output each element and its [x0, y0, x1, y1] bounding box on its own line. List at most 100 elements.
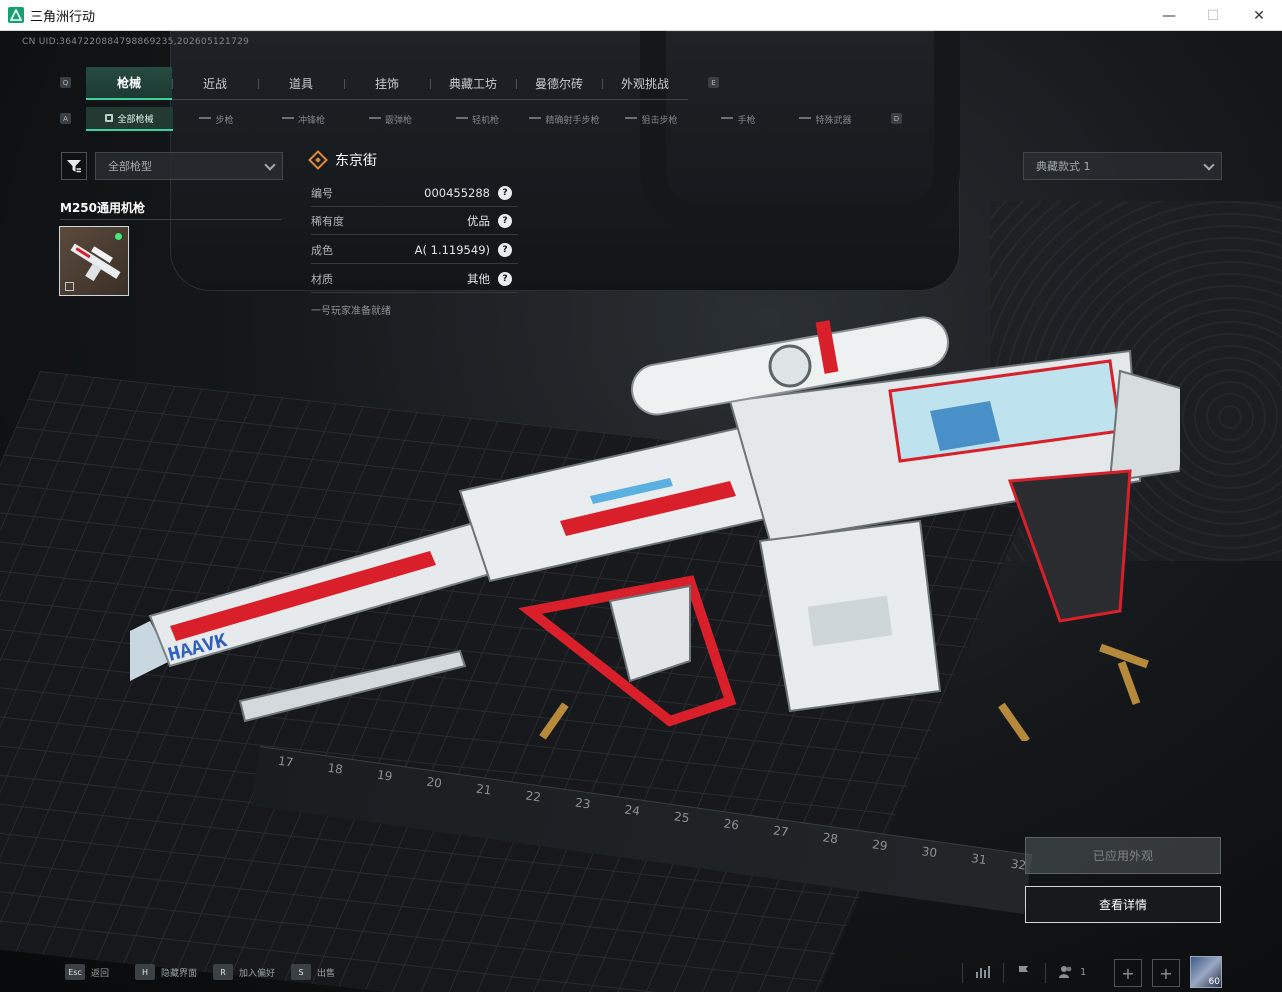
ruler-number: 17 — [277, 753, 295, 770]
avatar-level: 60 — [1208, 977, 1220, 987]
subtab-sniper[interactable]: 狙击步枪 — [608, 107, 695, 131]
hint-hide-ui[interactable]: H 隐藏界面 — [135, 962, 197, 982]
subtab-rifles[interactable]: 步枪 — [173, 107, 260, 131]
divider — [60, 219, 282, 220]
close-button[interactable]: ✕ — [1236, 0, 1282, 31]
tab-charms[interactable]: 挂饰 — [344, 67, 430, 100]
avatar[interactable]: 60 — [1190, 956, 1222, 988]
prop-value: 000455288 — [424, 185, 490, 200]
ruler-number: 25 — [673, 809, 691, 826]
subtab-dmr[interactable]: 精确射手步枪 — [521, 107, 608, 131]
friends-button[interactable]: 1 — [1058, 959, 1094, 985]
tab-next-key: E — [708, 77, 719, 88]
filter-icon — [67, 160, 81, 173]
skin-prop-wear: 成色 A( 1.119549) ? — [311, 236, 518, 264]
ruler-number: 22 — [524, 788, 542, 805]
tab-items[interactable]: 道具 — [258, 67, 344, 100]
ruler-number: 30 — [920, 844, 938, 861]
scope-turret — [768, 344, 812, 388]
game-viewport: 17 18 19 20 21 22 23 24 25 26 27 28 29 3… — [0, 31, 1282, 992]
minimize-button[interactable]: — — [1146, 0, 1192, 31]
subtab-label: 轻机枪 — [471, 115, 499, 126]
hint-add-favorite[interactable]: R 加入偏好 — [213, 962, 275, 982]
help-icon[interactable]: ? — [498, 213, 512, 228]
subtab-special[interactable]: 特殊武器 — [782, 107, 869, 131]
tab-appearance-challenge[interactable]: 外观挑战 — [602, 67, 688, 100]
ruler-number: 19 — [376, 767, 394, 784]
ruler-number: 28 — [821, 830, 839, 847]
sniper-icon — [625, 116, 638, 122]
view-details-button[interactable]: 查看详情 — [1025, 886, 1221, 923]
subtab-label: 步枪 — [215, 115, 234, 126]
hint-back[interactable]: Esc 返回 — [65, 962, 109, 982]
weapon-group-title: M250通用机枪 — [60, 201, 145, 215]
subtab-shotguns[interactable]: 霰弹枪 — [347, 107, 434, 131]
rifle-icon — [199, 116, 212, 122]
friends-count: 1 — [1080, 966, 1087, 978]
dmr-icon — [529, 116, 542, 122]
pistol-icon — [721, 116, 734, 122]
chevron-down-icon — [1203, 159, 1215, 171]
prop-label: 稀有度 — [311, 214, 344, 228]
skin-type-icon — [65, 282, 74, 291]
maximize-button[interactable]: ☐ — [1190, 0, 1236, 31]
subtab-label: 狙击步枪 — [641, 115, 678, 126]
prop-label: 编号 — [311, 186, 333, 200]
tab-prev-key: Q — [60, 77, 71, 88]
skin-description: 一号玩家准备就绪 — [311, 306, 391, 317]
tab-melee[interactable]: 近战 — [172, 67, 258, 100]
help-icon[interactable]: ? — [498, 271, 512, 286]
divider — [962, 963, 963, 983]
ruler-number: 23 — [574, 795, 592, 812]
collection-style-dropdown[interactable]: 典藏款式 1 — [1023, 152, 1222, 180]
bottom-bar: Esc 返回 H 隐藏界面 R 加入偏好 S 出售 1 + + 60 — [0, 954, 1282, 992]
subtab-label: 特殊武器 — [815, 115, 852, 126]
tab-collection-workshop[interactable]: 典藏工坊 — [430, 67, 516, 100]
hint-sell[interactable]: S 出售 — [291, 962, 335, 982]
weapon-3d-preview[interactable]: HAAVK — [130, 281, 1180, 741]
key-cap: S — [291, 964, 311, 980]
prop-value: 优品 — [467, 213, 490, 228]
weapon-skin-thumbnail[interactable] — [59, 226, 129, 296]
tab-firearms[interactable]: 枪械 — [86, 66, 172, 100]
bipod-leg — [238, 649, 467, 723]
grid-icon — [105, 114, 114, 122]
prop-label: 材质 — [311, 272, 333, 286]
rarity-diamond-icon — [308, 150, 328, 170]
help-icon[interactable]: ? — [498, 242, 512, 257]
stock — [1108, 369, 1180, 483]
window-title: 三角洲行动 — [30, 9, 96, 25]
case-handle-background — [640, 31, 960, 231]
bullet — [539, 702, 569, 740]
subtab-smg[interactable]: 冲锋枪 — [260, 107, 347, 131]
player-uid: CN UID:3647220884798869235,202605121729 — [22, 37, 250, 47]
subtab-lmg[interactable]: 轻机枪 — [434, 107, 521, 131]
app-logo-icon — [8, 7, 24, 23]
add-slot-button[interactable]: + — [1152, 959, 1180, 987]
tab-mandel-brick[interactable]: 曼德尔砖 — [516, 67, 602, 100]
key-cap: H — [135, 964, 155, 980]
subtab-label: 精确射手步枪 — [545, 115, 600, 126]
window-titlebar: 三角洲行动 — ☐ ✕ — [0, 0, 1282, 31]
ruler-number: 24 — [623, 802, 641, 819]
subtab-label: 全部枪械 — [117, 114, 154, 125]
subtab-pistols[interactable]: 手枪 — [695, 107, 782, 131]
filter-button[interactable] — [61, 152, 87, 180]
divider — [1045, 963, 1046, 983]
weapon-type-selected: 全部枪型 — [108, 160, 152, 173]
prop-label: 成色 — [311, 243, 333, 257]
smg-icon — [281, 116, 294, 122]
special-weapon-icon — [799, 116, 812, 122]
bullet — [1117, 660, 1141, 706]
weapon-type-dropdown[interactable]: 全部枪型 — [95, 152, 283, 180]
stats-chart-icon[interactable] — [970, 959, 996, 985]
flag-icon[interactable] — [1011, 959, 1037, 985]
shotgun-icon — [368, 116, 381, 122]
help-icon[interactable]: ? — [498, 185, 512, 200]
add-slot-button[interactable]: + — [1114, 959, 1142, 987]
prop-value: 其他 — [467, 271, 490, 286]
hint-label: 出售 — [317, 968, 336, 979]
skin-name-text: 东京街 — [335, 153, 377, 169]
applied-appearance-button[interactable]: 已应用外观 — [1025, 837, 1221, 874]
subtab-all-firearms[interactable]: 全部枪械 — [86, 107, 173, 131]
